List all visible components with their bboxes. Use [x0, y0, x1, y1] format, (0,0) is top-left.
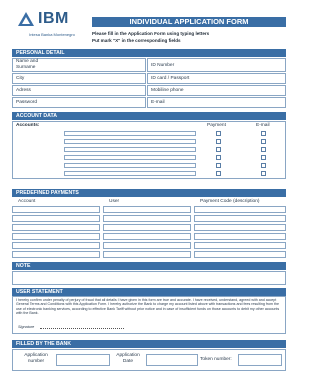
pp-user-header: User — [109, 199, 120, 204]
instruction-mark: Put mark "X" in the corresponding fields — [92, 38, 181, 43]
city-field[interactable] — [12, 73, 146, 84]
signature-label: Signature — [18, 325, 35, 329]
payment-checkbox[interactable] — [216, 155, 221, 160]
email-column-header: E-mail — [256, 123, 270, 128]
account-number-field[interactable] — [64, 147, 196, 152]
pp-account-field[interactable] — [12, 233, 100, 240]
signature-line[interactable] — [40, 328, 124, 329]
pp-account-field[interactable] — [12, 251, 100, 258]
section-filled-by-bank: FILLED BY THE BANK — [12, 340, 286, 348]
section-note: NOTE — [12, 262, 286, 270]
email-checkbox[interactable] — [261, 155, 266, 160]
address-field[interactable] — [12, 85, 146, 96]
pp-code-field[interactable] — [194, 233, 286, 240]
instruction-typing: Please fill in the Application Form usin… — [92, 31, 210, 36]
payment-checkbox[interactable] — [216, 171, 221, 176]
section-account-data: ACCOUNT DATA — [12, 112, 286, 120]
application-form-page: IBM Intesa Banka Montenegro INDIVIDUAL A… — [0, 0, 298, 386]
payment-checkbox[interactable] — [216, 147, 221, 152]
form-title: INDIVIDUAL APPLICATION FORM — [92, 17, 286, 27]
id-number-label: ID Number — [151, 63, 175, 68]
token-number-field[interactable] — [238, 354, 282, 366]
logo-mark-icon — [18, 12, 34, 26]
payment-checkbox[interactable] — [216, 139, 221, 144]
pp-user-field[interactable] — [103, 251, 191, 258]
pp-account-field[interactable] — [12, 224, 100, 231]
email-label: E-mail — [151, 100, 165, 105]
logo-subtitle: Intesa Banka Montenegro — [29, 32, 75, 37]
pp-user-field[interactable] — [103, 242, 191, 249]
pp-user-field[interactable] — [103, 206, 191, 213]
logo-text: IBM — [38, 10, 69, 27]
pp-code-field[interactable] — [194, 251, 286, 258]
application-date-label: Application Date — [116, 353, 140, 364]
name-surname-label: Name and Surname — [16, 59, 39, 70]
account-number-field[interactable] — [64, 131, 196, 136]
account-number-field[interactable] — [64, 163, 196, 168]
pp-account-header: Account — [18, 199, 36, 204]
account-number-field[interactable] — [64, 139, 196, 144]
pp-user-field[interactable] — [103, 224, 191, 231]
section-user-statement: USER STATEMENT — [12, 288, 286, 296]
note-field[interactable] — [12, 271, 286, 285]
pp-code-field[interactable] — [194, 215, 286, 222]
email-checkbox[interactable] — [261, 163, 266, 168]
pp-account-field[interactable] — [12, 215, 100, 222]
pp-account-field[interactable] — [12, 242, 100, 249]
pp-code-field[interactable] — [194, 224, 286, 231]
pp-user-field[interactable] — [103, 233, 191, 240]
payment-column-header: Payment — [207, 123, 226, 128]
payment-checkbox[interactable] — [216, 131, 221, 136]
city-label: City — [16, 76, 25, 81]
id-card-label: ID card / Passport — [151, 76, 190, 81]
bank-logo: IBM Intesa Banka Montenegro — [12, 10, 88, 46]
accounts-label: Accounts: — [16, 123, 40, 128]
token-number-label: Token number: — [200, 357, 232, 362]
password-label: Password — [16, 100, 38, 105]
application-number-label: Application number — [24, 353, 48, 364]
application-date-field[interactable] — [146, 354, 198, 366]
email-checkbox[interactable] — [261, 131, 266, 136]
email-checkbox[interactable] — [261, 139, 266, 144]
email-checkbox[interactable] — [261, 171, 266, 176]
section-personal-detail: PERSONAL DETAIL — [12, 49, 286, 57]
address-label: Adress — [16, 88, 31, 93]
pp-account-field[interactable] — [12, 206, 100, 213]
mobile-phone-label: Mobiline phone — [151, 88, 184, 93]
email-checkbox[interactable] — [261, 147, 266, 152]
payment-checkbox[interactable] — [216, 163, 221, 168]
statement-text: I hereby confirm under penalty of perjur… — [16, 298, 280, 316]
email-field[interactable] — [147, 97, 286, 108]
pp-code-field[interactable] — [194, 206, 286, 213]
account-number-field[interactable] — [64, 155, 196, 160]
pp-user-field[interactable] — [103, 215, 191, 222]
pp-code-header: Payment Code (description) — [200, 199, 260, 204]
application-number-field[interactable] — [56, 354, 110, 366]
account-number-field[interactable] — [64, 171, 196, 176]
section-predefined-payments: PREDEFINED PAYMENTS — [12, 189, 286, 197]
pp-code-field[interactable] — [194, 242, 286, 249]
